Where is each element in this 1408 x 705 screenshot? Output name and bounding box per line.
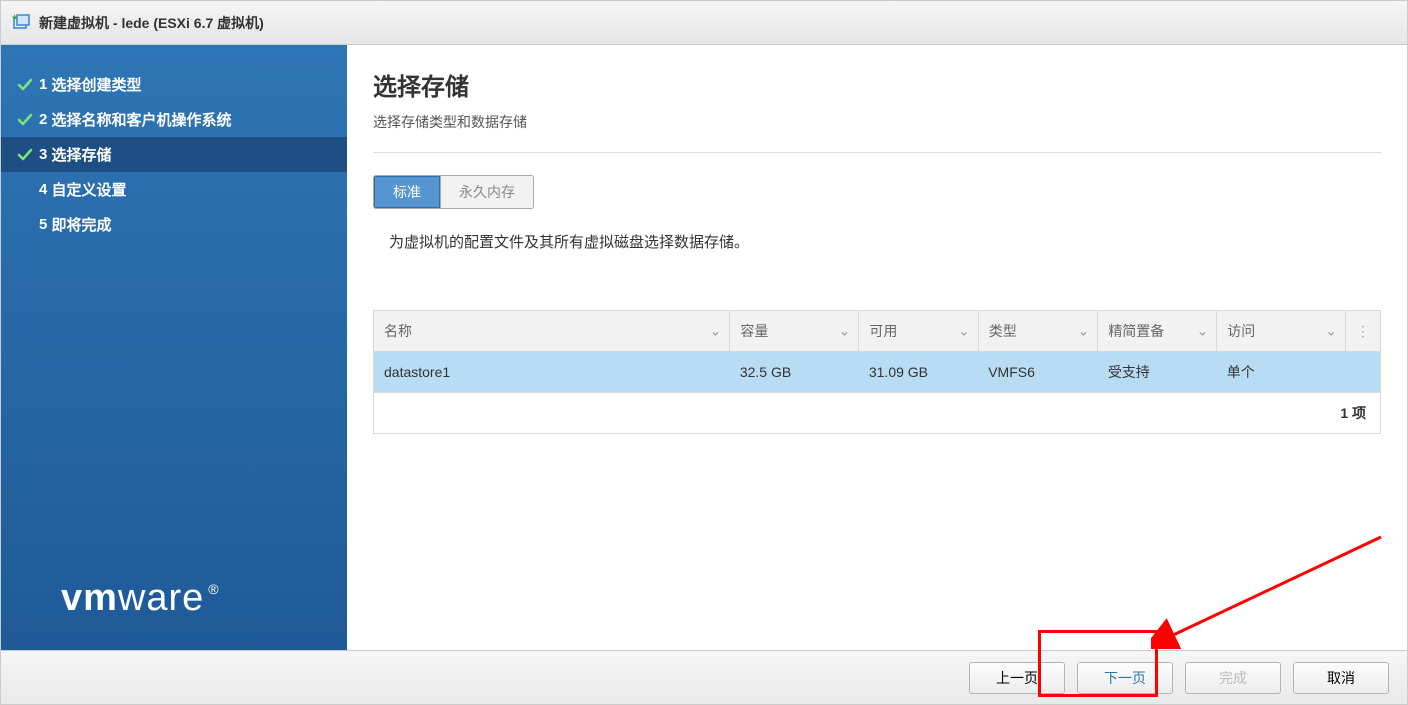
back-button[interactable]: 上一页 bbox=[969, 662, 1065, 694]
page-subtitle: 选择存储类型和数据存储 bbox=[373, 112, 1381, 153]
step-name-os[interactable]: 2 选择名称和客户机操作系统 bbox=[1, 102, 347, 137]
step-label: 选择创建类型 bbox=[52, 74, 142, 95]
wizard-main: 选择存储 选择存储类型和数据存储 标准 永久内存 为虚拟机的配置文件及其所有虚拟… bbox=[347, 45, 1407, 650]
step-storage[interactable]: 3 选择存储 bbox=[1, 137, 347, 172]
cell-access: 单个 bbox=[1217, 352, 1346, 393]
chevron-down-icon: ⌄ bbox=[839, 323, 851, 340]
svg-text:+: + bbox=[12, 13, 17, 22]
check-icon bbox=[15, 147, 35, 163]
table-footer: 1 项 bbox=[373, 393, 1381, 434]
col-access[interactable]: 访问⌄ bbox=[1217, 311, 1346, 352]
step-customize: 4 自定义设置 bbox=[1, 172, 347, 207]
step-label: 即将完成 bbox=[52, 214, 112, 235]
check-icon bbox=[15, 182, 35, 198]
step-label: 选择名称和客户机操作系统 bbox=[52, 109, 232, 130]
col-capacity[interactable]: 容量⌄ bbox=[730, 311, 859, 352]
datastore-table: 名称⌄ 容量⌄ 可用⌄ 类型⌄ 精简置备⌄ 访问⌄ ⋮ datastore1 3… bbox=[373, 310, 1381, 393]
chevron-down-icon: ⌄ bbox=[958, 323, 970, 340]
check-icon bbox=[15, 112, 35, 128]
check-icon bbox=[15, 217, 35, 233]
cell-type: VMFS6 bbox=[978, 352, 1098, 393]
cell-name: datastore1 bbox=[374, 352, 730, 393]
table-row[interactable]: datastore1 32.5 GB 31.09 GB VMFS6 受支持 单个 bbox=[374, 352, 1381, 393]
wizard-sidebar: 1 选择创建类型 2 选择名称和客户机操作系统 3 选择存储 bbox=[1, 45, 347, 650]
chevron-down-icon: ⌄ bbox=[1325, 323, 1337, 340]
storage-type-segments: 标准 永久内存 bbox=[373, 175, 534, 209]
check-icon bbox=[15, 77, 35, 93]
step-number: 3 bbox=[39, 146, 47, 163]
col-type[interactable]: 类型⌄ bbox=[978, 311, 1098, 352]
col-thin[interactable]: 精简置备⌄ bbox=[1098, 311, 1217, 352]
finish-button[interactable]: 完成 bbox=[1185, 662, 1281, 694]
cell-free: 31.09 GB bbox=[859, 352, 978, 393]
step-finish: 5 即将完成 bbox=[1, 207, 347, 242]
step-number: 4 bbox=[39, 181, 47, 198]
step-label: 选择存储 bbox=[52, 144, 112, 165]
step-number: 1 bbox=[39, 76, 47, 93]
vmware-logo: vmware® bbox=[61, 577, 220, 620]
col-free[interactable]: 可用⌄ bbox=[859, 311, 978, 352]
table-header-row: 名称⌄ 容量⌄ 可用⌄ 类型⌄ 精简置备⌄ 访问⌄ ⋮ bbox=[374, 311, 1381, 352]
vm-icon: + bbox=[11, 13, 31, 33]
step-number: 5 bbox=[39, 216, 47, 233]
wizard-footer: 上一页 下一页 完成 取消 bbox=[1, 650, 1407, 704]
titlebar: + 新建虚拟机 - lede (ESXi 6.7 虚拟机) bbox=[1, 1, 1407, 45]
resize-icon: ⋮ bbox=[1356, 323, 1370, 339]
wizard-steps: 1 选择创建类型 2 选择名称和客户机操作系统 3 选择存储 bbox=[1, 67, 347, 242]
step-number: 2 bbox=[39, 111, 47, 128]
col-name[interactable]: 名称⌄ bbox=[374, 311, 730, 352]
step-label: 自定义设置 bbox=[52, 179, 127, 200]
cell-thin: 受支持 bbox=[1098, 352, 1217, 393]
cell-capacity: 32.5 GB bbox=[730, 352, 859, 393]
wizard-dialog: + 新建虚拟机 - lede (ESXi 6.7 虚拟机) 1 选择创建类型 bbox=[0, 0, 1408, 705]
col-resize[interactable]: ⋮ bbox=[1345, 311, 1380, 352]
chevron-down-icon: ⌄ bbox=[1078, 323, 1090, 340]
chevron-down-icon: ⌄ bbox=[1196, 323, 1208, 340]
next-button[interactable]: 下一页 bbox=[1077, 662, 1173, 694]
cancel-button[interactable]: 取消 bbox=[1293, 662, 1389, 694]
page-heading: 选择存储 bbox=[373, 67, 1381, 102]
segment-standard[interactable]: 标准 bbox=[373, 175, 441, 209]
hint-text: 为虚拟机的配置文件及其所有虚拟磁盘选择数据存储。 bbox=[373, 231, 1381, 252]
segment-pmem[interactable]: 永久内存 bbox=[440, 176, 533, 208]
step-create-type[interactable]: 1 选择创建类型 bbox=[1, 67, 347, 102]
dialog-title: 新建虚拟机 - lede (ESXi 6.7 虚拟机) bbox=[39, 13, 264, 33]
chevron-down-icon: ⌄ bbox=[710, 323, 722, 340]
